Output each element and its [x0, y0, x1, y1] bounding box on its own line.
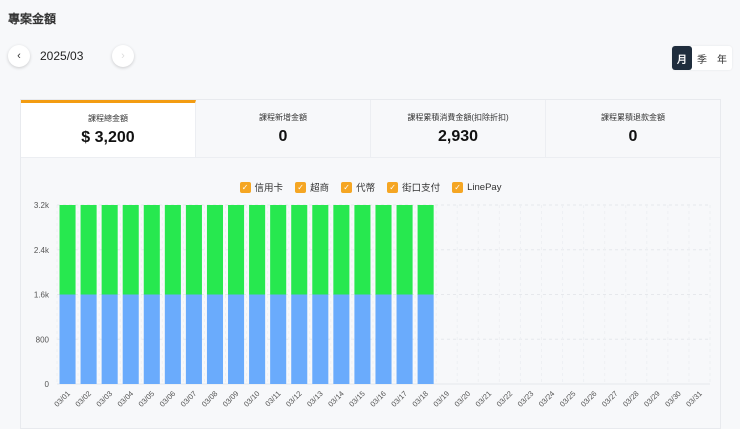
- bar-segment: [143, 205, 160, 295]
- bar-segment: [249, 205, 266, 295]
- x-tick-label: 03/24: [537, 389, 557, 409]
- bar-segment: [354, 205, 371, 295]
- x-tick-label: 03/12: [284, 389, 304, 409]
- bar-segment: [396, 294, 413, 384]
- x-tick-label: 03/11: [263, 389, 282, 408]
- bar-segment: [122, 294, 139, 384]
- bar-segment: [80, 205, 97, 295]
- bar-segment: [270, 294, 287, 384]
- x-tick-label: 03/13: [305, 389, 325, 409]
- x-tick-label: 03/15: [347, 389, 367, 409]
- x-tick-label: 03/09: [221, 389, 241, 409]
- x-tick-label: 03/02: [73, 389, 93, 409]
- bar-segment: [417, 294, 434, 384]
- bar-segment: [354, 294, 371, 384]
- y-tick-label: 2.4k: [34, 246, 50, 255]
- bar-segment: [59, 205, 76, 295]
- x-tick-label: 03/29: [642, 389, 662, 409]
- x-tick-label: 03/25: [558, 389, 578, 409]
- bar-segment: [101, 205, 118, 295]
- x-tick-label: 03/08: [200, 389, 220, 409]
- bar-segment: [228, 205, 245, 295]
- bar-segment: [122, 205, 139, 295]
- x-tick-label: 03/14: [326, 389, 346, 409]
- x-tick-label: 03/30: [663, 389, 683, 409]
- bar-chart: 08001.6k2.4k3.2k03/01 03/02 03/03 03/04 03/0…: [34, 201, 711, 409]
- bar-segment: [206, 294, 224, 384]
- y-tick-label: 3.2k: [34, 201, 50, 210]
- bar-segment: [228, 294, 245, 384]
- x-tick-label: 03/04: [115, 389, 135, 409]
- bar-segment: [375, 294, 392, 384]
- x-tick-label: 03/20: [453, 389, 473, 409]
- bar-segment: [164, 205, 181, 295]
- x-tick-label: 03/19: [431, 389, 451, 409]
- bar-segment: [270, 205, 287, 295]
- bar-segment: [249, 294, 266, 384]
- y-tick-label: 1.6k: [34, 291, 50, 300]
- x-tick-label: 03/26: [579, 389, 599, 409]
- bar-segment: [206, 205, 224, 295]
- x-tick-label: 03/07: [179, 389, 199, 409]
- bar-segment: [375, 205, 392, 295]
- bar-segment: [185, 294, 202, 384]
- x-tick-label: 03/05: [137, 389, 157, 409]
- x-tick-label: 03/23: [516, 389, 536, 409]
- bar-segment: [291, 294, 308, 384]
- x-tick-label: 03/18: [410, 389, 430, 409]
- bar-segment: [312, 205, 329, 295]
- x-tick-label: 03/06: [158, 389, 178, 409]
- x-tick-label: 03/01: [52, 389, 72, 409]
- bar-segment: [333, 294, 350, 384]
- bar-segment: [185, 205, 202, 295]
- bar-segment: [396, 205, 413, 295]
- bar-segment: [59, 294, 76, 384]
- bar-segment: [291, 205, 308, 295]
- y-tick-label: 800: [36, 335, 50, 344]
- y-tick-label: 0: [45, 380, 50, 389]
- x-tick-label: 03/10: [242, 389, 262, 409]
- x-tick-label: 03/03: [94, 389, 114, 409]
- bar-segment: [164, 294, 181, 384]
- bar-segment: [333, 205, 350, 295]
- x-tick-label: 03/17: [389, 389, 409, 409]
- x-tick-label: 03/16: [368, 389, 388, 409]
- bar-segment: [80, 294, 97, 384]
- bar-segment: [312, 294, 329, 384]
- x-tick-label: 03/31: [684, 389, 704, 409]
- x-tick-label: 03/21: [474, 389, 494, 409]
- x-tick-label: 03/22: [495, 389, 515, 409]
- x-tick-label: 03/27: [600, 389, 620, 409]
- x-tick-label: 03/28: [621, 389, 641, 409]
- bar-segment: [417, 205, 434, 295]
- bar-segment: [143, 294, 160, 384]
- bar-segment: [101, 294, 118, 384]
